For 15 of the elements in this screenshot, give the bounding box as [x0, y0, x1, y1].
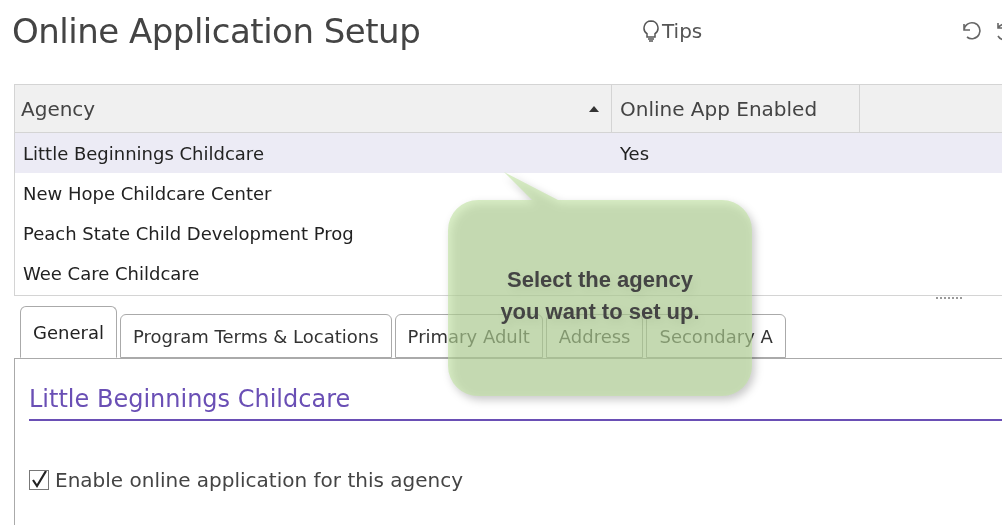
tab[interactable]: General	[20, 306, 117, 358]
sort-ascending-icon	[589, 105, 599, 112]
table-cell-text: Yes	[619, 141, 651, 166]
lightbulb-icon	[642, 19, 660, 43]
splitter-grip-icon[interactable]	[936, 296, 964, 300]
checkbox[interactable]	[29, 470, 49, 490]
section-heading: Little Beginnings Childcare	[29, 381, 1002, 421]
checkbox-label: Enable online application for this agency	[55, 467, 463, 494]
tips-button[interactable]: Tips	[642, 16, 703, 46]
checkmark-icon	[30, 471, 48, 489]
page-title: Online Application Setup	[12, 9, 422, 53]
undo-icon[interactable]	[960, 20, 982, 42]
tab[interactable]: Program Terms & Locations	[119, 314, 392, 358]
column-header[interactable]: Agency	[15, 85, 612, 132]
column-header[interactable]: Online App Enabled	[612, 85, 860, 132]
